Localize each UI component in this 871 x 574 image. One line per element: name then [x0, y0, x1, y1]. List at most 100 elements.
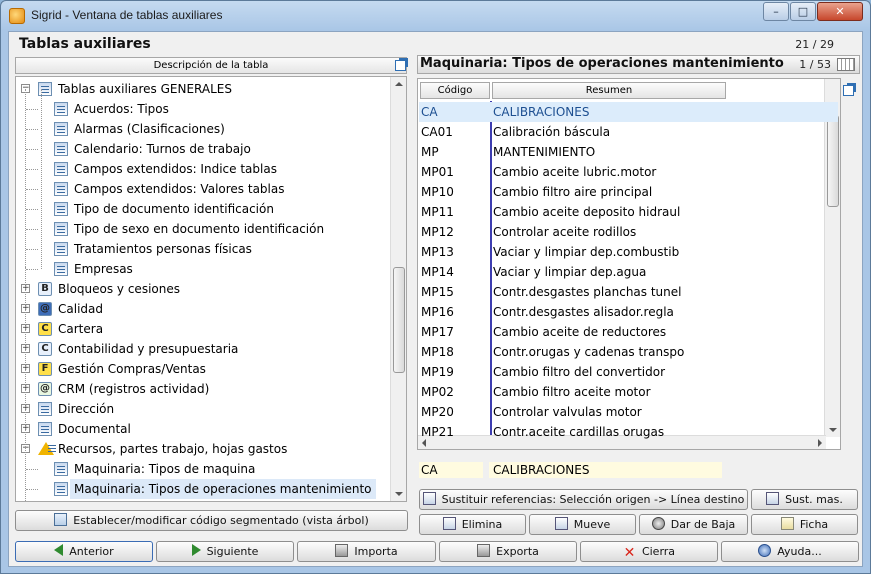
tree-item[interactable]: Acuerdos: Tipos — [16, 99, 391, 119]
detail-summary-field[interactable]: CALIBRACIONES — [489, 462, 722, 478]
open-external-icon-right[interactable] — [843, 83, 856, 96]
maximize-button[interactable]: □ — [790, 2, 816, 21]
table-row[interactable]: CA01 Calibración báscula — [419, 122, 838, 142]
summary-cell: Contr.orugas y cadenas transpo — [493, 345, 685, 359]
record-card-button[interactable]: Ficha — [751, 514, 858, 535]
tree-item[interactable]: Tipo de sexo en documento identificación — [16, 219, 391, 239]
table-row[interactable]: MP02 Cambio filtro aceite motor — [419, 382, 838, 402]
tree-item-label: Tablas auxiliares GENERALES — [58, 82, 232, 96]
table-row[interactable]: MP20 Controlar valvulas motor — [419, 402, 838, 422]
recursos-warning-icon — [38, 442, 56, 455]
aux-tables-tree[interactable]: − Tablas auxiliares GENERALES Acuerdos: Ti… — [15, 76, 407, 502]
tree-item[interactable]: + Dirección — [16, 399, 391, 419]
title-bar[interactable]: Sigrid - Ventana de tablas auxiliares – … — [1, 1, 870, 31]
deactivate-button[interactable]: Dar de Baja — [639, 514, 748, 535]
minimize-button[interactable]: – — [763, 2, 789, 21]
tree-item[interactable]: + C Contabilidad y presupuestaria — [16, 339, 391, 359]
tree-item[interactable]: Empresas — [16, 259, 391, 279]
replace-more-button[interactable]: Sust. mas. — [751, 489, 858, 510]
close-button[interactable]: ✕ Cierra — [580, 541, 718, 562]
tree-item[interactable]: Calendario: Turnos de trabajo — [16, 139, 391, 159]
scroll-down-icon[interactable] — [395, 492, 403, 496]
tree-item-label: Empresas — [74, 262, 133, 276]
table-row[interactable]: MP11 Cambio aceite deposito hidraul — [419, 202, 838, 222]
arrow-left-icon — [54, 544, 64, 556]
move-button[interactable]: Mueve — [529, 514, 636, 535]
table-icon — [54, 202, 68, 216]
table-row[interactable]: MP13 Vaciar y limpiar dep.combustib — [419, 242, 838, 262]
tree-item[interactable]: Campos extendidos: Valores tablas — [16, 179, 391, 199]
tree-item[interactable]: Tratamientos personas físicas — [16, 239, 391, 259]
close-window-button[interactable]: ✕ — [817, 2, 863, 21]
tree-item[interactable]: + @ Calidad — [16, 299, 391, 319]
tree-item[interactable]: − Recursos, partes trabajo, hojas gastos — [16, 439, 391, 459]
table-row[interactable]: CA CALIBRACIONES — [419, 102, 838, 122]
table-icon — [54, 262, 68, 276]
close-x-icon: ✕ — [623, 545, 636, 561]
summary-cell: Controlar valvulas motor — [493, 405, 642, 419]
table-icon — [54, 182, 68, 196]
tree-item[interactable]: − Tablas auxiliares GENERALES — [16, 79, 391, 99]
table-icon — [54, 102, 68, 116]
table-icon — [54, 162, 68, 176]
contabilidad-icon: C — [38, 342, 52, 356]
tree-scroll-thumb[interactable] — [393, 267, 405, 373]
export-button[interactable]: Exporta — [439, 541, 577, 562]
column-header-code[interactable]: Código — [420, 82, 490, 99]
tree-guide-line — [41, 89, 42, 269]
trash-icon — [651, 517, 665, 530]
tree-connector — [26, 169, 38, 170]
tree-item-label: Campos extendidos: Valores tablas — [74, 182, 285, 196]
previous-button[interactable]: Anterior — [15, 541, 153, 562]
table-row[interactable]: MP16 Contr.desgastes alisador.regla — [419, 302, 838, 322]
records-table[interactable]: Código Resumen CA CALIBRACIONES CA01 Calibr… — [417, 78, 841, 450]
code-cell: MP11 — [421, 205, 454, 219]
cartera-icon: C — [38, 322, 52, 336]
table-icon — [54, 242, 68, 256]
table-row[interactable]: MP19 Cambio filtro del convertidor — [419, 362, 838, 382]
next-button[interactable]: Siguiente — [156, 541, 294, 562]
tree-item[interactable]: Maquinaria: Tipos de operaciones manteni… — [16, 479, 391, 499]
table-description-column-header[interactable]: Descripción de la tabla — [15, 57, 407, 74]
detail-code-field[interactable]: CA — [419, 462, 483, 478]
summary-cell: Vaciar y limpiar dep.combustib — [493, 245, 680, 259]
tree-item[interactable]: Tipo de documento identificación — [16, 199, 391, 219]
import-button[interactable]: Importa — [297, 541, 436, 562]
tree-item[interactable]: Campos extendidos: Indice tablas — [16, 159, 391, 179]
table-row[interactable]: MP17 Cambio aceite de reductores — [419, 322, 838, 342]
table-row[interactable]: MP10 Cambio filtro aire principal — [419, 182, 838, 202]
close-label: Cierra — [641, 545, 676, 558]
tree-item-label: Tipo de documento identificación — [74, 202, 274, 216]
tree-item-label: Gestión Compras/Ventas — [58, 362, 206, 376]
tree-item[interactable]: + @ CRM (registros actividad) — [16, 379, 391, 399]
tree-item[interactable]: + Documental — [16, 419, 391, 439]
segmented-code-button[interactable]: Establecer/modificar código segmentado (… — [15, 510, 408, 531]
tree-vertical-scrollbar[interactable] — [390, 77, 406, 501]
scroll-up-icon[interactable] — [395, 82, 403, 86]
grid-view-icon[interactable] — [837, 58, 855, 71]
table-row[interactable]: MP01 Cambio aceite lubric.motor — [419, 162, 838, 182]
crm-icon: @ — [38, 382, 52, 396]
column-header-summary[interactable]: Resumen — [492, 82, 726, 99]
table-row[interactable]: MP12 Controlar aceite rodillos — [419, 222, 838, 242]
replace-references-button[interactable]: Sustituir referencias: Selección origen … — [419, 489, 748, 510]
table-row[interactable]: MP MANTENIMIENTO — [419, 142, 838, 162]
open-external-icon[interactable] — [395, 58, 408, 71]
help-button[interactable]: Ayuda... — [721, 541, 859, 562]
tree-item-label: Campos extendidos: Indice tablas — [74, 162, 277, 176]
table-row[interactable]: MP15 Contr.desgastes planchas tunel — [419, 282, 838, 302]
tree-item[interactable]: + B Bloqueos y cesiones — [16, 279, 391, 299]
tree-item[interactable]: Alarmas (Clasificaciones) — [16, 119, 391, 139]
table-row[interactable]: MP21 Contr.aceite cardillas orugas — [419, 422, 838, 442]
code-cell: MP10 — [421, 185, 454, 199]
table-counter: 21 / 29 — [795, 38, 834, 51]
table-row[interactable]: MP14 Vaciar y limpiar dep.agua — [419, 262, 838, 282]
tree-connector — [26, 149, 38, 150]
export-icon — [477, 544, 491, 557]
table-row[interactable]: MP18 Contr.orugas y cadenas transpo — [419, 342, 838, 362]
tree-item-label: Alarmas (Clasificaciones) — [74, 122, 225, 136]
delete-button[interactable]: Elimina — [419, 514, 526, 535]
tree-item[interactable]: + C Cartera — [16, 319, 391, 339]
tree-item[interactable]: Maquinaria: Tipos de maquina — [16, 459, 391, 479]
tree-item[interactable]: + F Gestión Compras/Ventas — [16, 359, 391, 379]
